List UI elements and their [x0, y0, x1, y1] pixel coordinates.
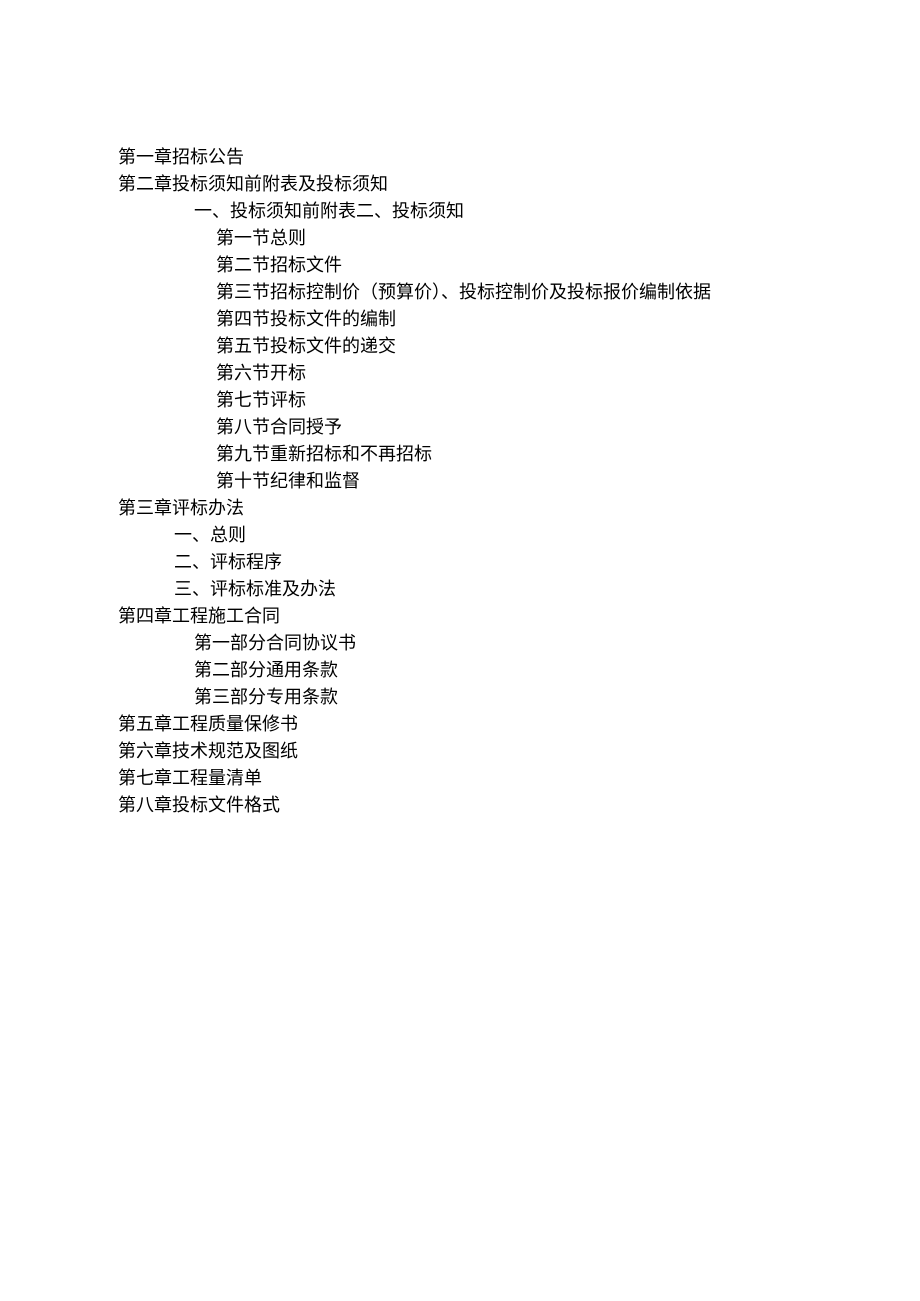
toc-chapter-2-section-4: 第四节投标文件的编制 [118, 306, 860, 333]
toc-chapter-4-section-3: 第三部分专用条款 [118, 684, 860, 711]
toc-chapter-1: 第一章招标公告 [118, 144, 860, 171]
toc-chapter-4-section-2: 第二部分通用条款 [118, 657, 860, 684]
toc-chapter-2-section-6: 第六节开标 [118, 360, 860, 387]
document-page: 第一章招标公告 第二章投标须知前附表及投标须知 一、投标须知前附表二、投标须知 … [0, 0, 920, 819]
toc-chapter-8: 第八章投标文件格式 [118, 792, 860, 819]
toc-chapter-2-section-7: 第七节评标 [118, 387, 860, 414]
toc-chapter-7: 第七章工程量清单 [118, 765, 860, 792]
toc-chapter-2-section-1: 第一节总则 [118, 225, 860, 252]
toc-chapter-4-section-1: 第一部分合同协议书 [118, 630, 860, 657]
toc-chapter-3-section-2: 二、评标程序 [118, 549, 860, 576]
toc-chapter-3-section-3: 三、评标标准及办法 [118, 576, 860, 603]
toc-chapter-3: 第三章评标办法 [118, 495, 860, 522]
toc-chapter-2-section-9: 第九节重新招标和不再招标 [118, 441, 860, 468]
toc-chapter-2-section-8: 第八节合同授予 [118, 414, 860, 441]
toc-chapter-2-section-5: 第五节投标文件的递交 [118, 333, 860, 360]
toc-chapter-6: 第六章技术规范及图纸 [118, 738, 860, 765]
toc-chapter-2-section-2: 第二节招标文件 [118, 252, 860, 279]
toc-chapter-2-section-10: 第十节纪律和监督 [118, 468, 860, 495]
toc-chapter-5: 第五章工程质量保修书 [118, 711, 860, 738]
toc-chapter-3-section-1: 一、总则 [118, 522, 860, 549]
toc-chapter-2-sub-1: 一、投标须知前附表二、投标须知 [118, 198, 860, 225]
toc-chapter-4: 第四章工程施工合同 [118, 603, 860, 630]
toc-chapter-2: 第二章投标须知前附表及投标须知 [118, 171, 860, 198]
toc-chapter-2-section-3: 第三节招标控制价（预算价）、投标控制价及投标报价编制依据 [118, 279, 860, 306]
